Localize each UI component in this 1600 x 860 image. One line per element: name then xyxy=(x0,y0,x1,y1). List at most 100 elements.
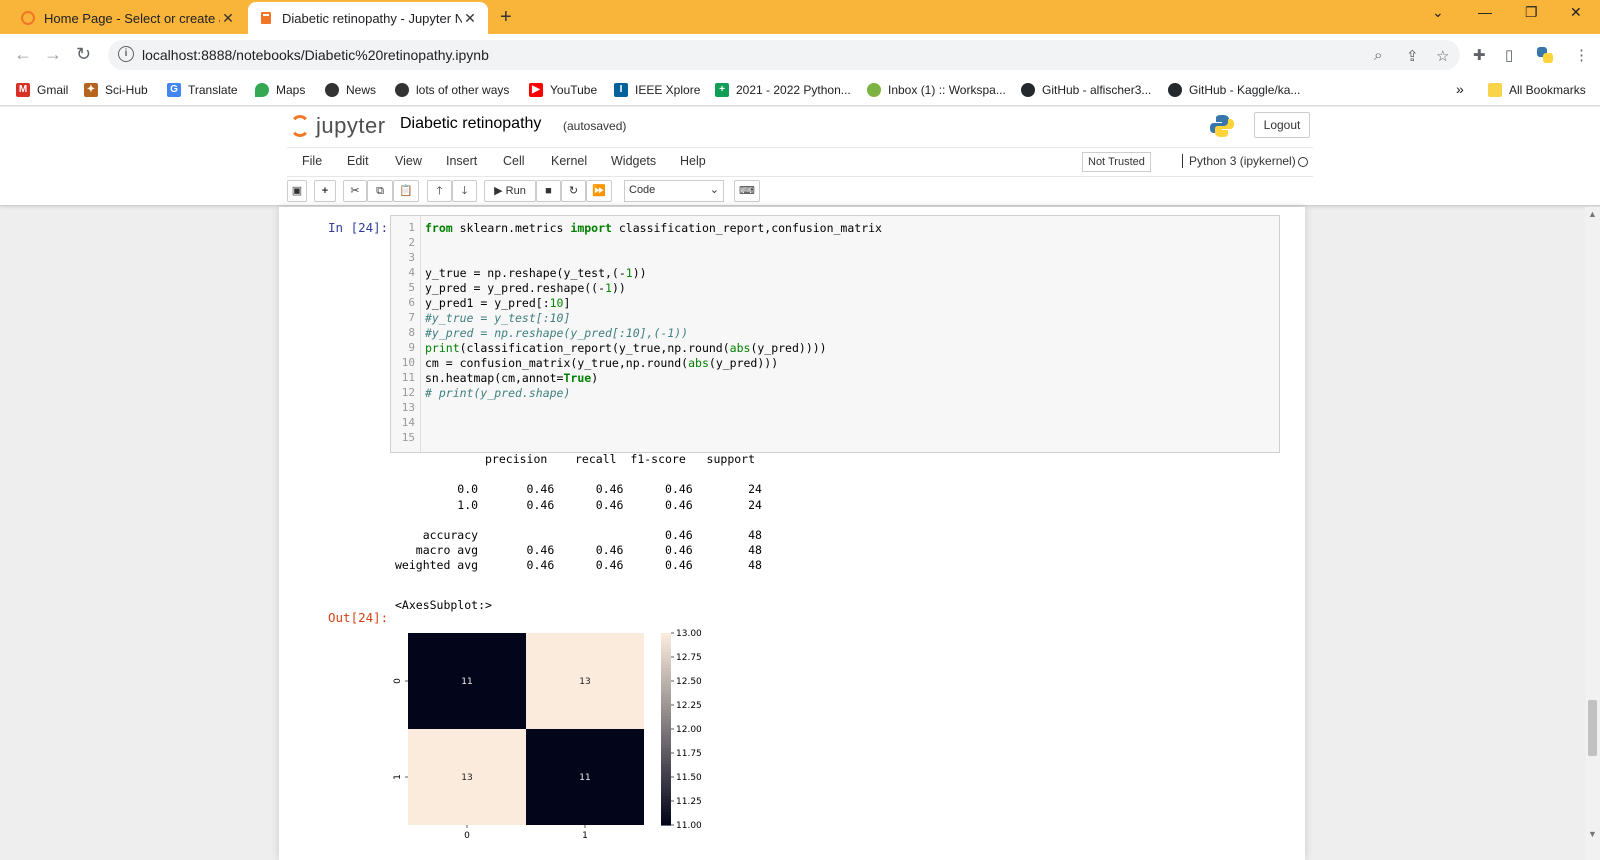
minimize-icon[interactable]: — xyxy=(1478,4,1492,20)
site-info-icon[interactable]: i xyxy=(118,46,134,62)
address-bar[interactable]: i localhost:8888/notebooks/Diabetic%20re… xyxy=(108,40,1460,70)
notebook-name[interactable]: Diabetic retinopathy xyxy=(400,115,541,133)
restore-icon[interactable]: ❐ xyxy=(1525,4,1538,21)
github-icon xyxy=(1168,83,1182,97)
globe-icon xyxy=(395,83,409,97)
folder-icon xyxy=(1488,83,1502,97)
bookmark-youtube[interactable]: ▶ YouTube xyxy=(529,83,597,97)
menu-view[interactable]: View xyxy=(395,154,422,168)
keyboard-icon[interactable]: ⌨ xyxy=(734,180,760,202)
colorbar-tick-label: 12.00 xyxy=(676,725,702,735)
scroll-up-icon[interactable]: ▲ xyxy=(1588,209,1597,219)
fast-forward-icon[interactable]: ⏩ xyxy=(586,180,612,202)
translate-icon: G xyxy=(167,83,181,97)
line-number: 11 xyxy=(401,371,415,384)
scroll-down-icon[interactable]: ▼ xyxy=(1588,829,1597,839)
bookmark-ieee[interactable]: I IEEE Xplore xyxy=(614,83,700,97)
kernel-name[interactable]: Python 3 (ipykernel) xyxy=(1182,154,1296,168)
menu-file[interactable]: File xyxy=(302,154,322,168)
star-icon[interactable]: ☆ xyxy=(1436,47,1449,65)
bookmark-github-alfischer[interactable]: GitHub - alfischer3... xyxy=(1021,83,1151,97)
forward-icon[interactable]: → xyxy=(44,44,62,65)
bookmark-inbox[interactable]: Inbox (1) :: Workspa... xyxy=(867,83,1006,97)
bookmark-python-sheet[interactable]: +2021 - 2022 Python... xyxy=(715,83,851,97)
bookmarks-bar: M Gmail ✦ Sci-Hub G Translate Maps News lot… xyxy=(0,76,1600,106)
bookmark-translate[interactable]: G Translate xyxy=(167,83,238,97)
share-icon[interactable]: ⇪ xyxy=(1406,47,1419,65)
save-icon[interactable]: ▣ xyxy=(287,180,307,202)
code-line[interactable]: sn.heatmap(cm,annot=True) xyxy=(425,371,598,385)
code-cell-editor[interactable]: 1 2 3 4 5 6 7 8 9 10 11 12 13 14 15 from sklearn.metri… xyxy=(390,215,1280,453)
menu-edit[interactable]: Edit xyxy=(347,154,369,168)
scihub-icon: ✦ xyxy=(84,83,98,97)
new-tab-button[interactable]: + xyxy=(500,6,512,29)
copy-icon[interactable]: ⧉ xyxy=(367,180,393,202)
tab-diabetic-retinopathy[interactable]: Diabetic retinopathy - Jupyter N ✕ xyxy=(248,2,488,34)
ieee-icon: I xyxy=(614,83,628,97)
page-scrollbar[interactable]: ▲ ▼ xyxy=(1585,207,1600,860)
bookmark-gmail[interactable]: M Gmail xyxy=(16,83,68,97)
menu-bar: File Edit View Insert Cell Kernel Widget… xyxy=(287,147,1313,177)
colorbar-tick-label: 11.50 xyxy=(676,773,702,783)
x-tick-label: 1 xyxy=(582,831,588,841)
side-panel-icon[interactable]: ▯ xyxy=(1505,46,1513,64)
youtube-icon: ▶ xyxy=(529,83,543,97)
colorbar-tick-label: 11.00 xyxy=(676,821,702,831)
code-line[interactable]: from sklearn.metrics import classificati… xyxy=(425,221,882,235)
code-line[interactable]: y_pred1 = y_pred[:10] xyxy=(425,296,570,310)
bookmark-other-ways[interactable]: lots of other ways xyxy=(395,83,509,97)
jupyter-logo-icon xyxy=(290,115,310,137)
url-text[interactable]: localhost:8888/notebooks/Diabetic%20reti… xyxy=(142,47,489,63)
bookmark-news[interactable]: News xyxy=(325,83,376,97)
menu-kebab-icon[interactable]: ⋮ xyxy=(1574,46,1589,64)
code-comment-line[interactable]: #y_pred = np.reshape(y_pred[:10],(-1)) xyxy=(425,326,688,340)
menu-cell[interactable]: Cell xyxy=(503,154,525,168)
code-line[interactable]: print(classification_report(y_true,np.ro… xyxy=(425,341,827,355)
bookmark-label: IEEE Xplore xyxy=(635,83,701,97)
bookmark-label: Sci-Hub xyxy=(105,83,148,97)
extensions-icon[interactable]: ✚ xyxy=(1473,46,1486,64)
heatmap-cell-label: 13 xyxy=(579,677,590,687)
code-line[interactable]: y_pred = y_pred.reshape((-1)) xyxy=(425,281,626,295)
jupyter-logo[interactable]: jupyter xyxy=(290,113,386,139)
scrollbar-thumb[interactable] xyxy=(1588,700,1597,756)
run-button[interactable]: ▶ Run xyxy=(484,180,536,202)
all-bookmarks-button[interactable]: All Bookmarks xyxy=(1488,83,1586,97)
line-number: 10 xyxy=(401,356,415,369)
insert-cell-icon[interactable]: + xyxy=(314,180,336,202)
close-icon[interactable]: ✕ xyxy=(220,10,236,27)
chevron-down-icon[interactable]: ⌄ xyxy=(1432,4,1444,21)
more-bookmarks-button[interactable]: » xyxy=(1456,81,1464,97)
close-icon[interactable]: ✕ xyxy=(462,10,478,27)
close-window-icon[interactable]: ✕ xyxy=(1570,4,1582,21)
line-number: 4 xyxy=(408,266,415,279)
zoom-icon[interactable]: ⌕ xyxy=(1374,47,1382,64)
menu-widgets[interactable]: Widgets xyxy=(611,154,656,168)
reload-icon[interactable]: ↻ xyxy=(76,44,91,65)
code-line[interactable]: cm = confusion_matrix(y_true,np.round(ab… xyxy=(425,356,778,370)
cut-icon[interactable]: ✂ xyxy=(343,180,367,202)
code-line[interactable]: y_true = np.reshape(y_test,(-1)) xyxy=(425,266,647,280)
menu-help[interactable]: Help xyxy=(680,154,706,168)
bookmark-label: 2021 - 2022 Python... xyxy=(736,83,851,97)
bookmark-maps[interactable]: Maps xyxy=(255,83,305,97)
menu-kernel[interactable]: Kernel xyxy=(551,154,587,168)
stop-icon[interactable]: ■ xyxy=(536,180,561,202)
bookmark-scihub[interactable]: ✦ Sci-Hub xyxy=(84,83,148,97)
trust-status-button[interactable]: Not Trusted xyxy=(1082,152,1151,172)
logout-button[interactable]: Logout xyxy=(1254,112,1310,138)
tab-home-page[interactable]: Home Page - Select or create a n ✕ xyxy=(10,2,246,34)
input-prompt: In [24]: xyxy=(328,220,389,235)
cell-type-select[interactable]: Code ⌄ xyxy=(624,180,724,202)
paste-icon[interactable]: 📋 xyxy=(393,180,419,202)
menu-insert[interactable]: Insert xyxy=(446,154,477,168)
bookmark-github-kaggle[interactable]: GitHub - Kaggle/ka... xyxy=(1168,83,1300,97)
back-icon[interactable]: ← xyxy=(14,44,32,65)
python-profile-icon[interactable] xyxy=(1535,45,1555,65)
code-comment-line[interactable]: #y_true = y_test[:10] xyxy=(425,311,570,325)
move-up-icon[interactable]: 🡑 xyxy=(427,180,452,202)
code-comment-line[interactable]: # print(y_pred.shape) xyxy=(425,386,570,400)
restart-icon[interactable]: ↻ xyxy=(561,180,586,202)
move-down-icon[interactable]: 🡓 xyxy=(452,180,477,202)
confusion-matrix-heatmap: 11 13 13 11 0 1 0 1 13.00 12.75 12.50 12.25 12.00 11.… xyxy=(393,629,702,841)
